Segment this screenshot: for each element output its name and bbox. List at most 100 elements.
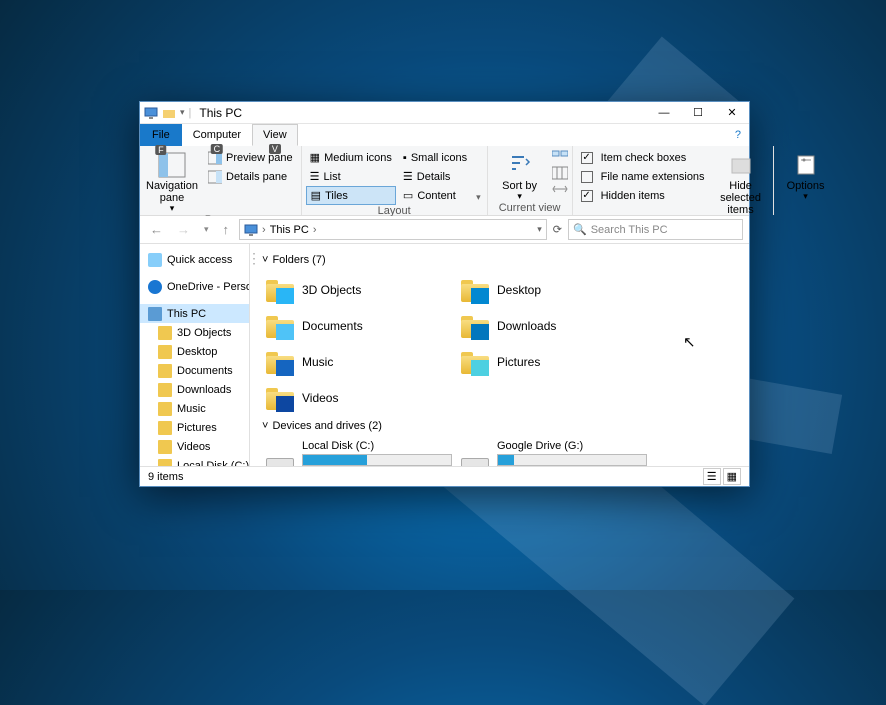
layout-content[interactable]: ▭Content xyxy=(399,186,471,205)
drive-usage-bar xyxy=(497,454,647,466)
folder-name: Videos xyxy=(302,391,338,405)
drive-icon xyxy=(459,440,491,466)
navigation-pane-button[interactable]: Navigation pane ▾ xyxy=(144,148,200,214)
pc-icon xyxy=(244,223,258,237)
tree-item[interactable]: Documents xyxy=(140,361,249,380)
checkbox-unchecked-icon xyxy=(581,171,593,183)
options-button[interactable]: Options ▾ xyxy=(778,148,834,202)
navigation-tree[interactable]: Quick access OneDrive - Person This PC3D O… xyxy=(140,244,250,466)
address-box[interactable]: › This PC › ▾ xyxy=(239,219,547,240)
tree-item[interactable]: Music xyxy=(140,399,249,418)
cursor-icon: ↖ xyxy=(683,333,696,351)
tree-item[interactable]: Desktop xyxy=(140,342,249,361)
tree-item[interactable]: Local Disk (C:) xyxy=(140,456,249,466)
large-icons-view-button[interactable]: ▦ xyxy=(723,468,741,485)
file-name-extensions-toggle[interactable]: File name extensions xyxy=(577,167,709,186)
folder-tile[interactable]: Pictures xyxy=(457,344,652,380)
tree-item-label: OneDrive - Person xyxy=(167,281,250,293)
group-header-drives[interactable]: ˅Devices and drives (2) xyxy=(262,420,745,432)
qat-separator: | xyxy=(189,107,192,119)
tree-item[interactable]: This PC xyxy=(140,304,249,323)
tiles-icon: ▤ xyxy=(311,189,321,202)
folder-tile[interactable]: Videos xyxy=(262,380,457,416)
back-button[interactable]: ← xyxy=(146,222,167,237)
folder-tile[interactable]: Music xyxy=(262,344,457,380)
layout-details[interactable]: ☰Details xyxy=(399,167,471,186)
status-bar: 9 items ☰ ▦ xyxy=(140,466,749,486)
drive-usage-bar xyxy=(302,454,452,466)
folder-tile[interactable]: Downloads xyxy=(457,308,652,344)
group-header-folders[interactable]: ˅Folders (7) xyxy=(262,254,745,266)
quick-access-toolbar: ▾ | xyxy=(140,106,191,120)
up-button[interactable]: ↑ xyxy=(219,222,234,237)
details-pane-button[interactable]: Details pane xyxy=(204,167,297,186)
qat-dropdown-icon[interactable]: ▾ xyxy=(180,107,185,118)
tree-item[interactable]: Quick access xyxy=(140,250,249,269)
tree-item-label: Desktop xyxy=(177,346,217,358)
layout-medium-icons[interactable]: ▦Medium icons xyxy=(306,148,396,167)
folder-name: Documents xyxy=(302,319,363,333)
hide-icon xyxy=(726,150,756,180)
tree-item[interactable]: 3D Objects xyxy=(140,323,249,342)
drive-tile[interactable]: Local Disk (C:)265 GB free of 465 GB xyxy=(262,438,457,466)
breadcrumb-this-pc[interactable]: This PC xyxy=(270,224,309,236)
minimize-button[interactable]: — xyxy=(647,102,681,124)
folder-icon xyxy=(459,274,491,306)
checkbox-checked-icon: ✓ xyxy=(581,152,593,164)
recent-locations-button[interactable]: ▾ xyxy=(200,224,213,235)
tab-file[interactable]: FileF xyxy=(140,124,182,146)
tree-item[interactable]: OneDrive - Person xyxy=(140,277,249,296)
folder-tile[interactable]: Desktop xyxy=(457,272,652,308)
tree-item[interactable]: Downloads xyxy=(140,380,249,399)
group-by-icon[interactable] xyxy=(552,150,568,164)
layout-small-icons[interactable]: ▪Small icons xyxy=(399,148,471,167)
titlebar[interactable]: ▾ | This PC — ☐ ✕ xyxy=(140,102,749,124)
pc-icon xyxy=(144,106,158,120)
group-label-current-view: Current view xyxy=(492,202,568,216)
fold-icon xyxy=(158,402,172,416)
ribbon-group-layout: ▦Medium icons ☰List ▤Tiles ▪Small icons … xyxy=(302,146,488,215)
folder-name: Desktop xyxy=(497,283,541,297)
sort-by-button[interactable]: Sort by ▾ xyxy=(492,148,548,202)
tab-computer[interactable]: ComputerC xyxy=(182,124,252,146)
maximize-button[interactable]: ☐ xyxy=(681,102,715,124)
window-title: This PC xyxy=(199,106,242,120)
star-icon xyxy=(148,253,162,267)
folder-name: Downloads xyxy=(497,319,556,333)
content-area[interactable]: ˅Folders (7) 3D Objects Desktop Documents D… xyxy=(258,244,749,466)
item-check-boxes-toggle[interactable]: ✓Item check boxes xyxy=(577,148,709,167)
hidden-items-toggle[interactable]: ✓Hidden items xyxy=(577,186,709,205)
fold-icon xyxy=(158,459,172,467)
refresh-button[interactable]: ⟳ xyxy=(553,223,562,236)
close-button[interactable]: ✕ xyxy=(715,102,749,124)
address-dropdown-icon[interactable]: ▾ xyxy=(537,224,542,235)
folder-tile[interactable]: Documents xyxy=(262,308,457,344)
drive-name: Google Drive (G:) xyxy=(497,440,650,452)
tree-item-label: Pictures xyxy=(177,422,217,434)
layout-list[interactable]: ☰List xyxy=(306,167,396,186)
size-columns-icon[interactable] xyxy=(552,182,568,196)
navigation-pane-label: Navigation pane xyxy=(144,180,200,204)
layout-tiles[interactable]: ▤Tiles xyxy=(306,186,396,205)
splitter[interactable]: ⋮ xyxy=(250,244,258,466)
details-view-button[interactable]: ☰ xyxy=(703,468,721,485)
layout-more-icon[interactable]: ▾ xyxy=(474,190,483,205)
content-icon: ▭ xyxy=(403,189,413,202)
forward-button[interactable]: → xyxy=(173,222,194,237)
folder-tile[interactable]: 3D Objects xyxy=(262,272,457,308)
help-button[interactable]: ? xyxy=(727,124,749,146)
folder-icon[interactable] xyxy=(162,106,176,120)
tree-item[interactable]: Videos xyxy=(140,437,249,456)
drive-tile[interactable]: Google Drive (G:)13.4 GB free of 15.0 GB xyxy=(457,438,652,466)
fold-icon xyxy=(158,421,172,435)
list-icon: ☰ xyxy=(310,170,320,183)
keytip-computer: C xyxy=(211,144,224,154)
details-icon: ☰ xyxy=(403,170,413,183)
tab-view[interactable]: ViewV xyxy=(252,124,298,146)
tree-item[interactable]: Pictures xyxy=(140,418,249,437)
breadcrumb-separator[interactable]: › xyxy=(313,224,317,236)
pc-icon xyxy=(148,307,162,321)
breadcrumb-separator[interactable]: › xyxy=(262,224,266,236)
add-columns-icon[interactable] xyxy=(552,166,568,180)
search-box[interactable]: 🔍 Search This PC xyxy=(568,219,743,240)
